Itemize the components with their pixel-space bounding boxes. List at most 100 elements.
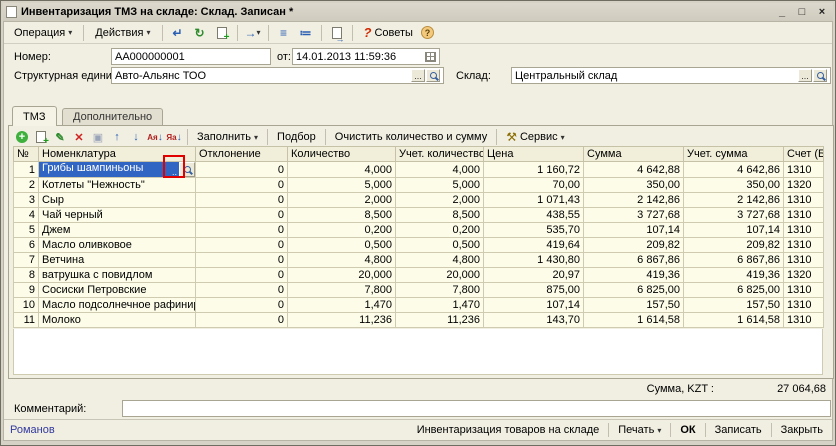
table-cell[interactable]: 1310 — [784, 238, 824, 253]
delete-row-button[interactable]: ✕ — [70, 129, 88, 145]
table-cell[interactable]: 0 — [196, 283, 288, 298]
pick-button[interactable]: Подбор — [272, 130, 321, 144]
table-cell[interactable]: 0 — [196, 208, 288, 223]
table-cell[interactable]: 875,00 — [484, 283, 584, 298]
table-cell[interactable]: Котлеты "Нежность" — [39, 178, 196, 193]
ellipsis-button[interactable]: ... — [798, 69, 812, 82]
clear-qty-sum-button[interactable]: Очистить количество и сумму — [330, 130, 492, 144]
table-row[interactable]: 5Джем00,2000,200535,70107,14107,141310 — [14, 223, 824, 238]
table-cell[interactable]: 20,000 — [396, 268, 484, 283]
table-cell[interactable]: 2,000 — [396, 193, 484, 208]
table-cell[interactable]: 0 — [196, 238, 288, 253]
table-cell[interactable]: 20,000 — [288, 268, 396, 283]
table-cell[interactable]: 9 — [14, 283, 39, 298]
table-row[interactable]: 6Масло оливковое00,5000,500419,64209,822… — [14, 238, 824, 253]
table-row[interactable]: 7Ветчина04,8004,8001 430,806 867,866 867… — [14, 253, 824, 268]
table-cell[interactable]: 1,470 — [288, 298, 396, 313]
table-cell[interactable]: 4,800 — [396, 253, 484, 268]
print-button[interactable]: Печать▾ — [615, 423, 664, 437]
close-form-button[interactable]: Закрыть — [778, 423, 826, 437]
service-button[interactable]: ⚒Сервис▾ — [501, 129, 569, 145]
doc-type-button[interactable]: Инвентаризация товаров на складе — [414, 423, 603, 437]
unit-input[interactable] — [111, 67, 444, 84]
table-cell[interactable]: 1310 — [784, 223, 824, 238]
table-cell[interactable]: 7,800 — [288, 283, 396, 298]
repost-button[interactable]: ↻ — [190, 24, 210, 42]
table-cell[interactable]: 2 142,86 — [684, 193, 784, 208]
table-cell[interactable]: 350,00 — [584, 178, 684, 193]
table-cell[interactable]: 157,50 — [684, 298, 784, 313]
title-bar[interactable]: Инвентаризация ТМЗ на складе: Склад. Зап… — [3, 3, 833, 21]
table-cell[interactable]: 7 — [14, 253, 39, 268]
table-cell[interactable]: ватрушка с повидлом — [39, 268, 196, 283]
table-cell[interactable]: 419,64 — [484, 238, 584, 253]
table-cell[interactable]: 6 825,00 — [684, 283, 784, 298]
table-cell[interactable]: 419,36 — [684, 268, 784, 283]
table-cell[interactable]: 4 642,86 — [684, 162, 784, 178]
table-cell[interactable]: 5 — [14, 223, 39, 238]
table-cell[interactable]: 209,82 — [584, 238, 684, 253]
table-cell[interactable]: 107,14 — [484, 298, 584, 313]
table-cell[interactable]: 7,800 — [396, 283, 484, 298]
magnifier-button[interactable] — [813, 69, 827, 82]
column-header[interactable]: Учет. сумма — [684, 147, 784, 162]
table-cell[interactable]: 3 727,68 — [684, 208, 784, 223]
table-cell[interactable]: 6 825,00 — [584, 283, 684, 298]
table-row[interactable]: 4Чай черный08,5008,500438,553 727,683 72… — [14, 208, 824, 223]
sort-asc-button[interactable]: Ая↓ — [146, 129, 164, 145]
table-cell[interactable]: 1310 — [784, 162, 824, 178]
table-cell[interactable]: 0 — [196, 268, 288, 283]
table-cell[interactable]: 1310 — [784, 298, 824, 313]
ok-button[interactable]: ОК — [677, 423, 698, 437]
maximize-button[interactable]: □ — [794, 5, 810, 19]
go-to-button[interactable]: →▾ — [243, 24, 263, 42]
post-document-button[interactable]: ↵ — [168, 24, 188, 42]
table-cell[interactable]: 2 — [14, 178, 39, 193]
table-cell[interactable]: 4 642,88 — [584, 162, 684, 178]
table-cell[interactable]: 1 614,58 — [684, 313, 784, 328]
table-cell[interactable]: 10 — [14, 298, 39, 313]
edit-row-button[interactable]: ✎ — [51, 129, 69, 145]
magnifier-button[interactable] — [426, 69, 440, 82]
tab-additional[interactable]: Дополнительно — [62, 108, 163, 125]
table-cell[interactable]: 1310 — [784, 283, 824, 298]
table-cell[interactable]: 11 — [14, 313, 39, 328]
table-cell[interactable]: 419,36 — [584, 268, 684, 283]
comment-input[interactable] — [122, 400, 831, 417]
table-cell[interactable]: 11,236 — [288, 313, 396, 328]
fill-button[interactable]: Заполнить▾ — [192, 130, 263, 144]
selected-nomenclature-text[interactable]: Грибы шампиньоны — [39, 162, 170, 177]
table-cell[interactable]: 70,00 — [484, 178, 584, 193]
table-row[interactable]: 8ватрушка с повидлом020,00020,00020,9741… — [14, 268, 824, 283]
table-cell[interactable]: 209,82 — [684, 238, 784, 253]
table-cell[interactable]: 535,70 — [484, 223, 584, 238]
table-cell[interactable]: Масло оливковое — [39, 238, 196, 253]
table-cell[interactable]: 1 614,58 — [584, 313, 684, 328]
table-cell[interactable]: Молоко — [39, 313, 196, 328]
table-cell[interactable]: 1 430,80 — [484, 253, 584, 268]
table-cell[interactable]: 8 — [14, 268, 39, 283]
help-icon[interactable]: ? — [421, 26, 434, 39]
table-cell[interactable]: 0,500 — [288, 238, 396, 253]
table-cell[interactable]: 1320 — [784, 268, 824, 283]
table-cell[interactable]: 3 — [14, 193, 39, 208]
column-header[interactable]: № — [14, 147, 39, 162]
table-row[interactable]: 1Грибы шампиньоны..04,0004,0001 160,724 … — [14, 162, 824, 178]
table-cell[interactable]: 107,14 — [684, 223, 784, 238]
move-down-button[interactable]: ↓ — [127, 129, 145, 145]
table-cell[interactable]: 0 — [196, 313, 288, 328]
table-cell[interactable]: 3 727,68 — [584, 208, 684, 223]
structure-button[interactable]: → — [327, 24, 347, 42]
table-cell[interactable]: 6 867,86 — [584, 253, 684, 268]
table-cell[interactable]: Сыр — [39, 193, 196, 208]
end-edit-button[interactable]: ▣ — [89, 129, 107, 145]
table-cell[interactable]: 1 160,72 — [484, 162, 584, 178]
copy-document-button[interactable]: + — [212, 24, 232, 42]
date-input[interactable] — [292, 48, 440, 65]
operation-menu[interactable]: Операция▾ — [8, 24, 78, 42]
table-cell[interactable]: 4,000 — [288, 162, 396, 178]
table-cell[interactable]: 0 — [196, 193, 288, 208]
table-cell[interactable]: 8,500 — [396, 208, 484, 223]
check-list-button[interactable]: ≔ — [296, 24, 316, 42]
table-cell[interactable]: 1320 — [784, 178, 824, 193]
